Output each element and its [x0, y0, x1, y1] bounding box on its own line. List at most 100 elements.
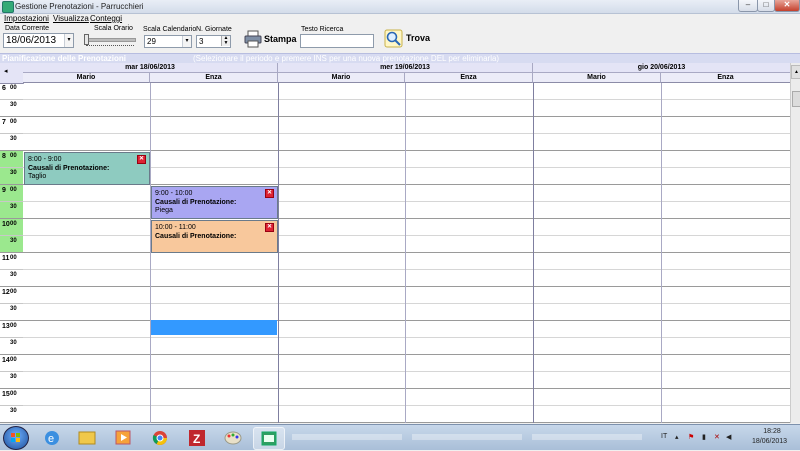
- tray-expand-icon[interactable]: ▴: [675, 433, 679, 441]
- menu-conteggi[interactable]: Conteggi: [90, 14, 122, 23]
- day-header: mer 19/06/2013: [278, 63, 533, 73]
- network-icon[interactable]: ✕: [714, 433, 720, 441]
- time-hour: 14: [2, 357, 10, 364]
- folder-icon: [78, 431, 96, 445]
- scroll-up-icon[interactable]: ▲: [791, 65, 800, 79]
- appointment-card[interactable]: 9:00 - 10:00 Causali di Prenotazione: Pi…: [151, 186, 278, 219]
- time-hour: 10: [2, 221, 10, 228]
- delete-icon[interactable]: ✕: [265, 223, 274, 232]
- time-slot-label: 11 00: [0, 253, 23, 270]
- date-value: 18/06/2013: [6, 35, 57, 46]
- chevron-down-icon[interactable]: ▾: [64, 34, 73, 47]
- planner-title: Pianificazione delle Prenotazioni: [2, 54, 127, 63]
- appointment-caption: Causali di Prenotazione:: [155, 233, 237, 240]
- svg-text:Z: Z: [193, 432, 200, 446]
- signal-icon[interactable]: ▮: [702, 433, 706, 441]
- stepper-down-icon[interactable]: ▼: [221, 41, 230, 46]
- delete-icon[interactable]: ✕: [265, 189, 274, 198]
- volume-icon[interactable]: ◀: [726, 433, 731, 441]
- slider-thumb[interactable]: [84, 34, 89, 45]
- taskbar-paint[interactable]: [218, 427, 248, 448]
- time-minute: 30: [10, 238, 17, 244]
- maximize-button[interactable]: □: [757, 0, 775, 12]
- time-slot-label: 14 00: [0, 355, 23, 372]
- grid-row-line: [23, 422, 790, 423]
- time-scale-slider[interactable]: [82, 34, 136, 48]
- taskbar-explorer[interactable]: [72, 427, 102, 448]
- time-minute: 30: [10, 272, 17, 278]
- grid-row-line: [23, 388, 790, 389]
- language-indicator[interactable]: IT: [661, 433, 667, 440]
- time-minute: 30: [10, 340, 17, 346]
- find-label: Trova: [406, 33, 431, 43]
- calendar-scale-select[interactable]: 29 ▾: [144, 35, 192, 48]
- time-slot-label: 15 00: [0, 389, 23, 406]
- days-value: 3: [199, 37, 204, 46]
- time-hour: 13: [2, 323, 10, 330]
- time-minute: 00: [10, 85, 17, 91]
- delete-icon[interactable]: ✕: [137, 155, 146, 164]
- time-slot-label: 9 00: [0, 185, 23, 202]
- grid-row-line: [23, 235, 790, 236]
- vertical-scrollbar[interactable]: ▲: [790, 63, 800, 423]
- filezilla-icon: Z: [189, 430, 205, 446]
- appointment-caption: Causali di Prenotazione:: [155, 199, 237, 206]
- schedule-grid[interactable]: ◂ mar 18/06/2013 mer 19/06/2013 gio 20/0…: [0, 63, 800, 423]
- minimize-button[interactable]: –: [738, 0, 758, 12]
- time-minute: 30: [10, 136, 17, 142]
- start-button[interactable]: [3, 426, 29, 450]
- flag-icon[interactable]: ⚑: [688, 433, 694, 441]
- taskbar-media[interactable]: [108, 427, 138, 448]
- grid-corner: ◂: [0, 63, 24, 84]
- taskbar: e Z IT ▴ ⚑ ▮ ✕ ◀ 18:28 18/06/2013: [0, 424, 800, 450]
- close-button[interactable]: ✕: [774, 0, 800, 12]
- grid-row-line: [23, 303, 790, 304]
- clock-date[interactable]: 18/06/2013: [752, 438, 787, 445]
- time-scale-label: Scala Orario: [94, 25, 133, 32]
- grid-row-line: [23, 269, 790, 270]
- grid-row-line: [23, 252, 790, 253]
- print-button[interactable]: Stampa: [244, 30, 297, 48]
- time-minute: 00: [10, 323, 17, 329]
- grid-row-line: [23, 150, 790, 151]
- app-window-icon: [261, 431, 277, 446]
- appointment-value: Taglio: [28, 173, 47, 180]
- print-label: Stampa: [264, 34, 297, 44]
- clock-time[interactable]: 18:28: [758, 428, 786, 435]
- scroll-thumb[interactable]: [792, 91, 800, 107]
- chevron-down-icon[interactable]: ▾: [182, 36, 191, 47]
- taskbar-app-active[interactable]: [253, 427, 285, 450]
- taskbar-filezilla[interactable]: Z: [182, 427, 212, 448]
- windows-logo-icon: [11, 433, 20, 442]
- media-player-icon: [115, 430, 131, 445]
- window-title: Gestione Prenotazioni - Parrucchieri: [15, 2, 144, 11]
- time-slot-label: 30: [0, 270, 23, 287]
- calendar-scale-label: Scala Calendario: [143, 26, 197, 33]
- time-slot-label: 30: [0, 304, 23, 321]
- appointment-card[interactable]: 10:00 - 11:00 Causali di Prenotazione: ✕: [151, 220, 278, 253]
- chevron-left-icon[interactable]: ◂: [4, 67, 8, 75]
- time-hour: 8: [2, 153, 6, 160]
- column-divider: [661, 83, 662, 423]
- search-input[interactable]: [300, 34, 374, 48]
- days-stepper[interactable]: 3 ▲ ▼: [196, 35, 231, 48]
- date-picker[interactable]: 18/06/2013 ▾: [3, 33, 74, 48]
- grid-row-line: [23, 201, 790, 202]
- taskbar-ie[interactable]: e: [37, 427, 67, 448]
- menu-bar: Impostazioni Visualizza Conteggi: [0, 14, 800, 24]
- selected-slot[interactable]: [151, 320, 277, 335]
- time-hour: 12: [2, 289, 10, 296]
- day-divider: [278, 83, 279, 423]
- appointment-card[interactable]: 8:00 - 9:00 Causali di Prenotazione: Tag…: [24, 152, 150, 185]
- printer-icon: [244, 30, 262, 48]
- find-button[interactable]: Trova: [384, 29, 430, 48]
- time-minute: 00: [10, 255, 17, 261]
- time-minute: 00: [10, 221, 17, 227]
- menu-visualizza[interactable]: Visualizza: [53, 14, 89, 23]
- appointment-time: 8:00 - 9:00: [28, 156, 62, 163]
- grid-row-line: [23, 320, 790, 321]
- time-slot-label: 30: [0, 372, 23, 389]
- menu-impostazioni[interactable]: Impostazioni: [4, 14, 49, 23]
- taskbar-chrome[interactable]: [145, 427, 175, 448]
- taskbar-spacer: [292, 428, 652, 446]
